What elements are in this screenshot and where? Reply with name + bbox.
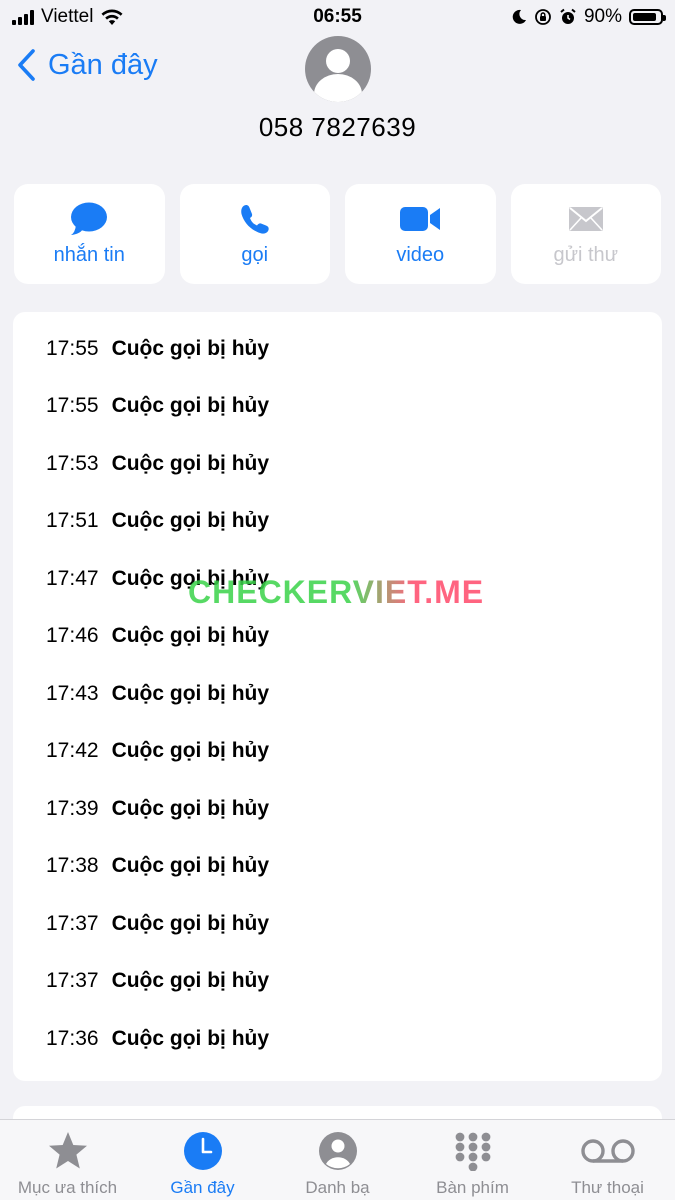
call-row: 17:55 Cuộc gọi bị hủy [46, 329, 269, 369]
phone-number: 058 7827639 [258, 112, 417, 142]
call-row: 17:37 Cuộc gọi bị hủy [46, 961, 269, 1001]
call-time: 17:43 [46, 682, 99, 705]
call-row: 17:46 Cuộc gọi bị hủy [46, 616, 269, 656]
call-time: 17:37 [46, 969, 99, 992]
call-button[interactable]: gọi [179, 184, 330, 284]
call-time: 17:36 [46, 1027, 99, 1050]
call-row: 17:55 Cuộc gọi bị hủy [46, 386, 269, 426]
tab-label: Danh bạ [305, 1178, 370, 1197]
message-label: nhắn tin [53, 244, 125, 266]
tab-contacts[interactable]: Danh bạ [270, 1120, 405, 1200]
mail-label: gửi thư [553, 244, 619, 266]
call-row: 17:38 Cuộc gọi bị hủy [46, 846, 269, 886]
call-row: 17:39 Cuộc gọi bị hủy [46, 789, 269, 829]
tab-recents[interactable]: Gần đây [135, 1120, 270, 1200]
voicemail-icon [580, 1139, 635, 1163]
back-label: Gần đây [48, 48, 158, 81]
call-status: Cuộc gọi bị hủy [111, 624, 270, 647]
battery-icon [629, 9, 666, 25]
call-row: 17:51 Cuộc gọi bị hủy [46, 501, 269, 541]
clock-icon [183, 1132, 222, 1170]
call-row: 17:53 Cuộc gọi bị hủy [46, 444, 269, 484]
call-row: 17:43 Cuộc gọi bị hủy [46, 674, 269, 714]
contact-avatar [305, 36, 371, 102]
call-row: 17:36 Cuộc gọi bị hủy [46, 1019, 269, 1059]
call-label: gọi [241, 244, 269, 266]
tab-label: Mục ưa thích [17, 1178, 118, 1197]
tab-keypad[interactable]: Bàn phím [405, 1120, 540, 1200]
contacts-icon [318, 1132, 357, 1170]
call-time: 17:37 [46, 912, 99, 935]
moon-icon [512, 9, 526, 24]
call-status: Cuộc gọi bị hủy [111, 394, 270, 417]
chevron-left-icon [18, 49, 35, 81]
rotation-lock-icon [535, 9, 551, 25]
call-time: 17:38 [46, 854, 99, 877]
status-bar: Viettel 06:55 90% [0, 0, 675, 34]
mail-icon [568, 207, 603, 231]
video-icon [400, 207, 441, 231]
call-status: Cuộc gọi bị hủy [111, 509, 270, 532]
call-status: Cuộc gọi bị hủy [111, 1027, 270, 1050]
call-row: 17:42 Cuộc gọi bị hủy [46, 731, 269, 771]
tab-voicemail[interactable]: Thư thoại [540, 1120, 675, 1200]
call-time: 17:55 [46, 337, 99, 360]
call-status: Cuộc gọi bị hủy [111, 969, 270, 992]
status-right: 90% [511, 6, 666, 28]
mail-button[interactable]: gửi thư [510, 184, 661, 284]
call-status: Cuộc gọi bị hủy [111, 739, 270, 762]
call-time: 17:53 [46, 452, 99, 475]
call-status: Cuộc gọi bị hủy [111, 337, 270, 360]
call-row: 17:37 Cuộc gọi bị hủy [46, 904, 269, 944]
action-buttons: nhắn tin gọi video gửi thư [14, 184, 661, 284]
call-time: 17:39 [46, 797, 99, 820]
call-time: 17:47 [46, 567, 99, 590]
video-button[interactable]: video [345, 184, 496, 284]
call-status: Cuộc gọi bị hủy [111, 452, 270, 475]
person-icon [314, 49, 362, 102]
keypad-icon [455, 1132, 490, 1171]
call-history-list: 17:55 Cuộc gọi bị hủy 17:55 Cuộc gọi bị hủ… [13, 312, 662, 1081]
message-button[interactable]: nhắn tin [14, 184, 165, 284]
call-status: Cuộc gọi bị hủy [111, 912, 270, 935]
call-time: 17:55 [46, 394, 99, 417]
tab-label: Bàn phím [436, 1178, 509, 1197]
phone-icon [240, 205, 269, 234]
call-row: 17:47 Cuộc gọi bị hủy [46, 559, 269, 599]
tab-label: Gần đây [170, 1178, 235, 1197]
video-label: video [396, 244, 445, 266]
alarm-icon [560, 8, 576, 24]
call-status: Cuộc gọi bị hủy [111, 854, 270, 877]
tab-label: Thư thoại [571, 1178, 644, 1197]
tab-bar: Mục ưa thích Gần đây Danh bạ Bàn phím Th… [0, 1119, 675, 1200]
star-icon [48, 1132, 87, 1169]
call-time: 17:46 [46, 624, 99, 647]
call-status: Cuộc gọi bị hủy [111, 682, 270, 705]
battery-percent: 90% [583, 6, 622, 27]
tab-favorites[interactable]: Mục ưa thích [0, 1120, 135, 1200]
call-time: 17:51 [46, 509, 99, 532]
message-icon [71, 202, 108, 235]
call-status: Cuộc gọi bị hủy [111, 567, 270, 590]
call-status: Cuộc gọi bị hủy [111, 797, 270, 820]
call-time: 17:42 [46, 739, 99, 762]
back-button[interactable]: Gần đây [16, 48, 158, 82]
